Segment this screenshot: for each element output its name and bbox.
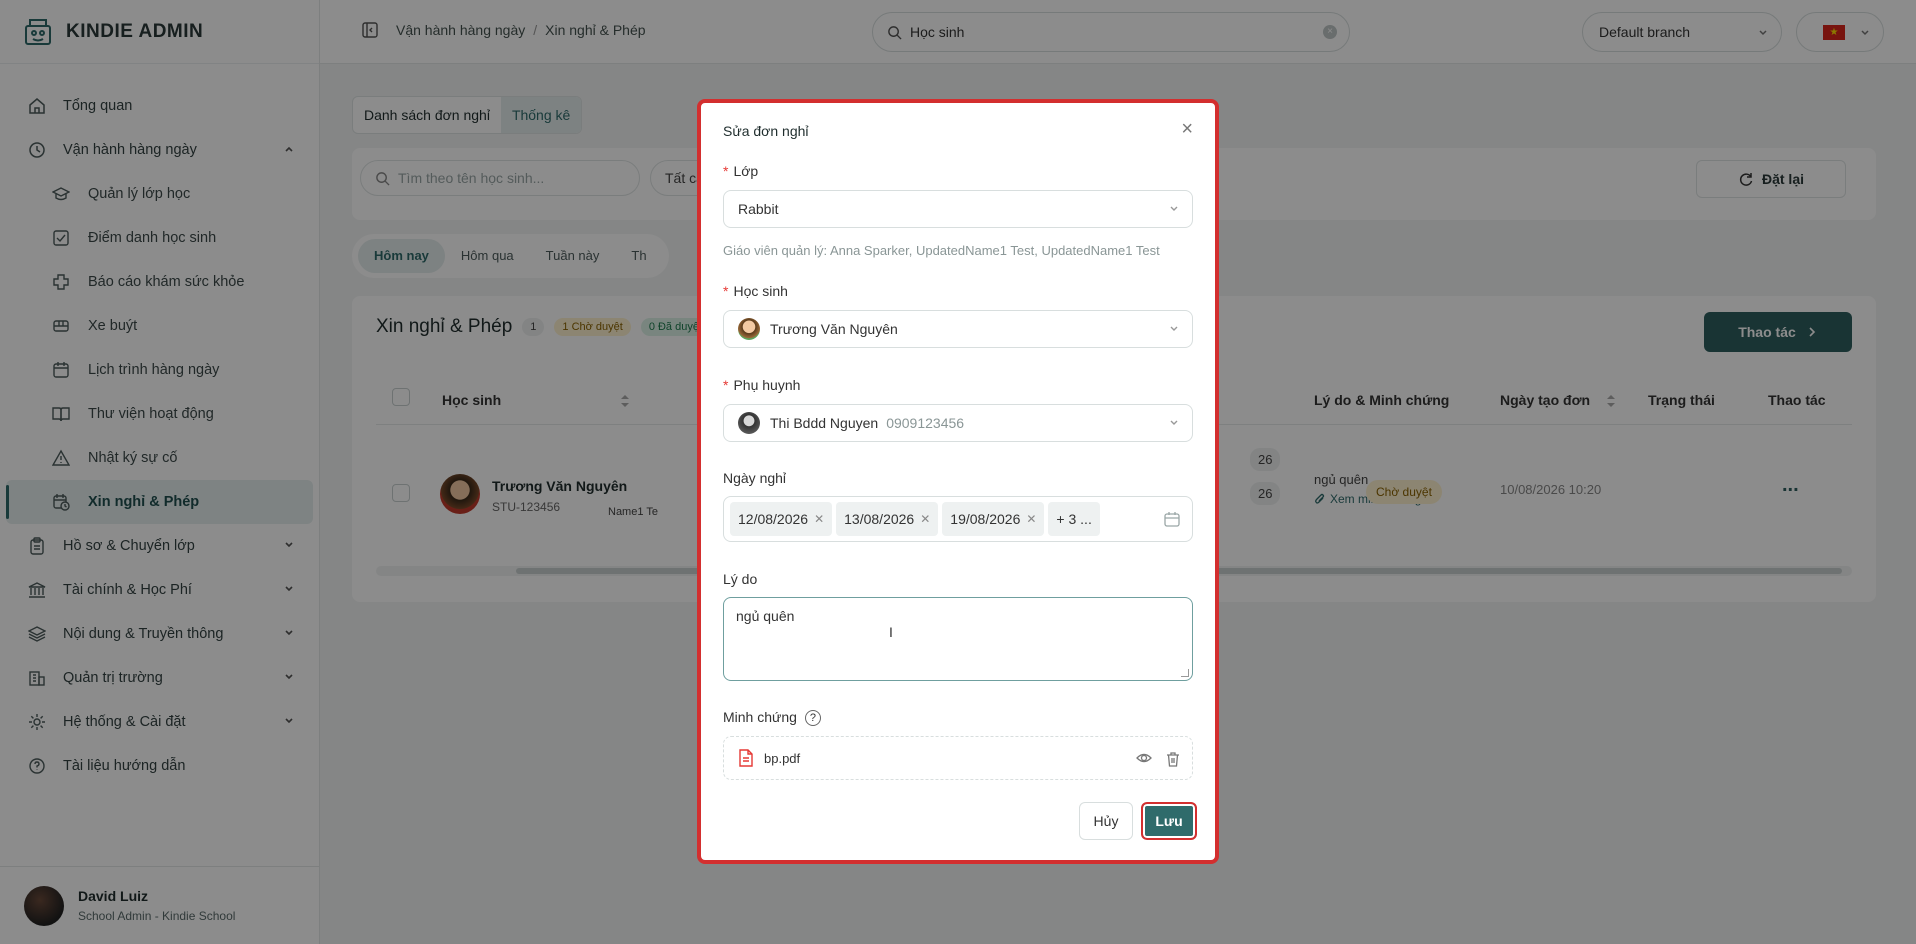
dates-label: Ngày nghỉ — [723, 470, 787, 486]
close-icon[interactable]: × — [1181, 119, 1193, 139]
student-select[interactable]: Trương Văn Nguyên — [723, 310, 1193, 348]
date-tag: 13/08/2026 ✕ — [836, 502, 939, 536]
cancel-button[interactable]: Hủy — [1079, 802, 1133, 840]
reason-label: Lý do — [723, 571, 758, 587]
leave-dates-picker[interactable]: 12/08/2026 ✕ 13/08/2026 ✕ 19/08/2026 ✕ + 3 … — [723, 496, 1193, 542]
parent-phone: 0909123456 — [886, 415, 965, 431]
class-select[interactable]: Rabbit — [723, 190, 1193, 228]
parent-select[interactable]: Thi Bddd Nguyen 0909123456 — [723, 404, 1193, 442]
class-value: Rabbit — [738, 201, 779, 217]
student-label: * Học sinh — [723, 283, 788, 299]
remove-tag-icon[interactable]: ✕ — [1026, 512, 1036, 526]
parent-name: Thi Bddd Nguyen — [770, 415, 879, 431]
reason-textarea[interactable]: ngủ quên I — [723, 597, 1193, 681]
chevron-down-icon — [1168, 323, 1180, 335]
evidence-file: bp.pdf — [723, 736, 1193, 780]
calendar-icon[interactable] — [1164, 511, 1180, 527]
reason-value: ngủ quên — [736, 608, 795, 624]
modal-title: Sửa đơn nghỉ — [723, 123, 809, 139]
edit-leave-modal: Sửa đơn nghỉ × * Lớp Rabbit Giáo viên quả… — [697, 99, 1219, 864]
date-tag: 19/08/2026 ✕ — [942, 502, 1045, 536]
remove-tag-icon[interactable]: ✕ — [814, 512, 824, 526]
trash-icon[interactable] — [1166, 751, 1180, 767]
remove-tag-icon[interactable]: ✕ — [920, 512, 930, 526]
date-tag: 12/08/2026 ✕ — [730, 502, 833, 536]
parent-label: * Phụ huynh — [723, 377, 801, 393]
text-cursor-icon: I — [889, 624, 893, 640]
student-avatar — [738, 318, 760, 340]
help-icon[interactable]: ? — [804, 710, 821, 727]
save-button[interactable]: Lưu — [1141, 802, 1197, 840]
evidence-label: Minh chứng? — [723, 709, 821, 727]
chevron-down-icon — [1168, 203, 1180, 215]
teacher-hint: Giáo viên quản lý: Anna Sparker, Updated… — [723, 243, 1160, 258]
eye-icon[interactable] — [1136, 751, 1152, 765]
pdf-file-icon — [738, 749, 754, 767]
parent-avatar — [738, 412, 760, 434]
more-dates-tag[interactable]: + 3 ... — [1048, 502, 1100, 536]
resize-handle[interactable] — [1181, 669, 1189, 677]
class-label: * Lớp — [723, 163, 759, 179]
chevron-down-icon — [1168, 417, 1180, 429]
file-name: bp.pdf — [764, 750, 801, 766]
student-value: Trương Văn Nguyên — [770, 321, 898, 337]
